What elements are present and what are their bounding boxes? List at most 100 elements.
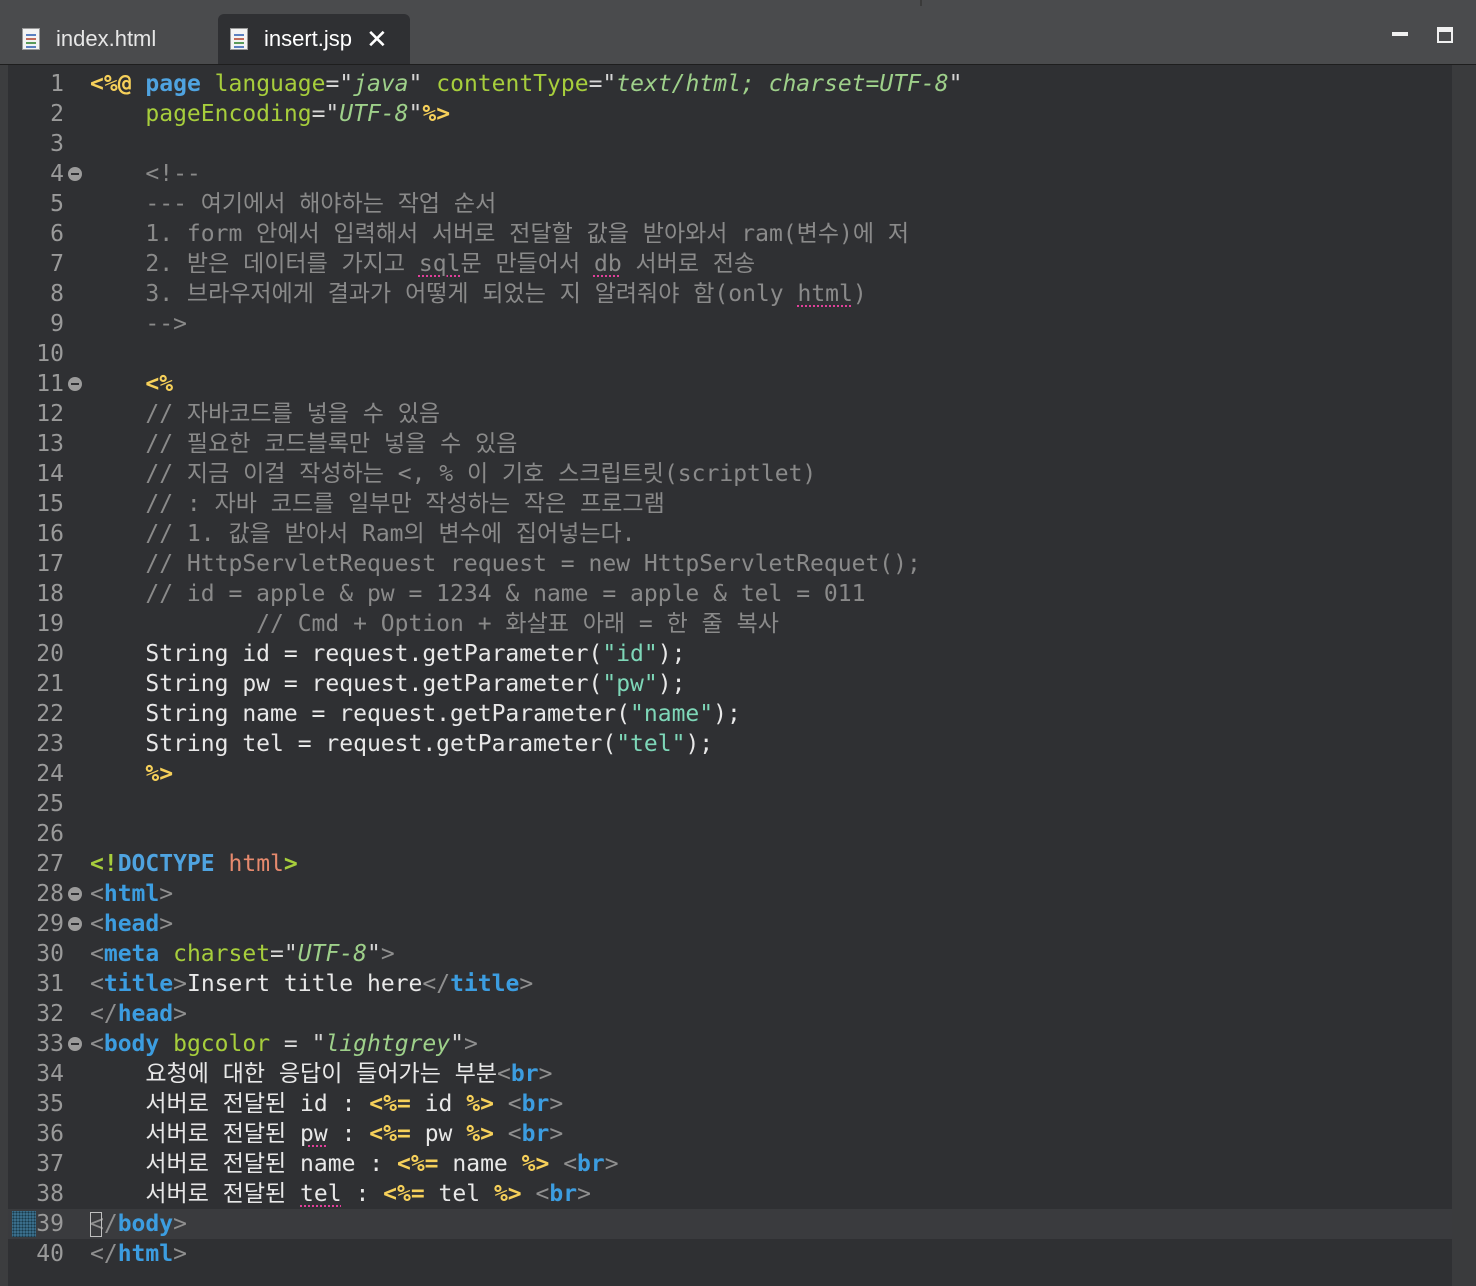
code-line[interactable]: 40 </html> — [8, 1239, 1452, 1269]
code-token: pw — [300, 1121, 328, 1147]
code-line[interactable]: 25 — [8, 789, 1452, 819]
code-line[interactable]: 39 </body> — [8, 1209, 1452, 1239]
code-token: id — [410, 1091, 467, 1117]
file-icon — [230, 28, 248, 50]
tab-insert-jsp[interactable]: insert.jsp ✕ — [218, 14, 410, 64]
code-line[interactable]: 9 --> — [8, 309, 1452, 339]
code-token: =" — [270, 941, 298, 967]
line-number: 6 — [50, 221, 64, 247]
code-line[interactable]: 20 String id = request.getParameter("id"… — [8, 639, 1452, 669]
minimize-icon[interactable] — [1390, 24, 1412, 46]
code-text: </body> — [90, 1209, 187, 1239]
code-line[interactable]: 31 <title>Insert title here</title> — [8, 969, 1452, 999]
code-token: < — [563, 1151, 578, 1177]
code-text: %> — [90, 759, 173, 789]
fold-toggle-icon[interactable] — [68, 377, 82, 391]
close-icon[interactable]: ✕ — [366, 26, 388, 52]
tab-index-html[interactable]: index.html — [8, 14, 216, 64]
code-line[interactable]: 2 pageEncoding="UTF-8"%> — [8, 99, 1452, 129]
code-line[interactable]: 24 %> — [8, 759, 1452, 789]
code-text: // 1. 값을 받아서 Ram의 변수에 집어넣는다. — [90, 519, 635, 549]
code-line[interactable]: 29 <head> — [8, 909, 1452, 939]
code-line[interactable]: 4 <!-- — [8, 159, 1452, 189]
code-token: > — [173, 1211, 187, 1237]
code-token: <!-- — [90, 161, 201, 187]
code-line[interactable]: 14 // 지금 이걸 작성하는 <, % 이 기호 스크립트릿(scriptl… — [8, 459, 1452, 489]
code-token: DOCTYPE — [117, 851, 215, 877]
code-line[interactable]: 28 <html> — [8, 879, 1452, 909]
code-line[interactable]: 17 // HttpServletRequest request = new H… — [8, 549, 1452, 579]
code-line[interactable]: 33 <body bgcolor = "lightgrey"> — [8, 1029, 1452, 1059]
code-line[interactable]: 32 </head> — [8, 999, 1452, 1029]
code-line[interactable]: 1 <%@ page language="java" contentType="t… — [8, 69, 1452, 99]
code-token: > — [173, 971, 187, 997]
code-token: bgcolor — [173, 1031, 271, 1057]
line-number: 25 — [36, 791, 64, 817]
code-line[interactable]: 8 3. 브라우저에게 결과가 어떻게 되었는 지 알려줘야 함(only ht… — [8, 279, 1452, 309]
code-token: 요청에 대한 응답이 들어가는 부분 — [90, 1061, 498, 1087]
code-token: // 지금 이걸 작성하는 <, % 이 기호 스크립트릿(scriptlet) — [90, 461, 817, 487]
code-token: > — [463, 1031, 478, 1057]
line-number: 32 — [36, 1001, 64, 1027]
code-token: UTF-8 — [339, 101, 409, 127]
code-line[interactable]: 27 <!DOCTYPE html> — [8, 849, 1452, 879]
code-text: // Cmd + Option + 화살표 아래 = 한 줄 복사 — [90, 609, 779, 639]
code-token: " — [311, 1031, 326, 1057]
code-line[interactable]: 19 // Cmd + Option + 화살표 아래 = 한 줄 복사 — [8, 609, 1452, 639]
maximize-icon[interactable] — [1434, 24, 1456, 46]
code-token: " — [948, 71, 963, 97]
code-token: > — [173, 1241, 187, 1267]
code-line[interactable]: 35 서버로 전달된 id : <%= id %> <br> — [8, 1089, 1452, 1119]
code-line[interactable]: 36 서버로 전달된 pw : <%= pw %> <br> — [8, 1119, 1452, 1149]
code-editor[interactable]: 1 <%@ page language="java" contentType="t… — [8, 65, 1452, 1286]
code-line[interactable]: 23 String tel = request.getParameter("te… — [8, 729, 1452, 759]
code-line[interactable]: 18 // id = apple & pw = 1234 & name = ap… — [8, 579, 1452, 609]
code-line[interactable]: 15 // : 자바 코드를 일부만 작성하는 작은 프로그램 — [8, 489, 1452, 519]
code-line[interactable]: 11 <% — [8, 369, 1452, 399]
code-token: : — [341, 1181, 384, 1207]
code-text: </html> — [90, 1239, 187, 1269]
code-line[interactable]: 3 — [8, 129, 1452, 159]
code-text: --> — [90, 309, 187, 339]
fold-toggle-icon[interactable] — [68, 1037, 82, 1051]
code-line[interactable]: 26 — [8, 819, 1452, 849]
code-line[interactable]: 12 // 자바코드를 넣을 수 있음 — [8, 399, 1452, 429]
code-line[interactable]: 10 — [8, 339, 1452, 369]
code-line[interactable]: 34 요청에 대한 응답이 들어가는 부분<br> — [8, 1059, 1452, 1089]
code-token: 3. 브라우저에게 결과가 어떻게 되었는 지 알려줘야 함(only — [90, 281, 798, 307]
code-token: sql — [418, 251, 461, 277]
code-line[interactable]: 38 서버로 전달된 tel : <%= tel %> <br> — [8, 1179, 1452, 1209]
code-line[interactable]: 37 서버로 전달된 name : <%= name %> <br> — [8, 1149, 1452, 1179]
code-token: java — [353, 71, 409, 97]
code-token: head — [103, 911, 160, 937]
code-line[interactable]: 6 1. form 안에서 입력해서 서버로 전달할 값을 받아와서 ram(변… — [8, 219, 1452, 249]
code-token: </ — [422, 971, 451, 997]
fold-toggle-icon[interactable] — [68, 917, 82, 931]
code-token: " — [450, 1031, 464, 1057]
code-line[interactable]: 21 String pw = request.getParameter("pw"… — [8, 669, 1452, 699]
code-token: body — [117, 1211, 174, 1237]
code-text: 요청에 대한 응답이 들어가는 부분<br> — [90, 1059, 552, 1089]
code-text: <% — [90, 369, 173, 399]
code-line[interactable]: 22 String name = request.getParameter("n… — [8, 699, 1452, 729]
code-token: < — [90, 1031, 104, 1057]
code-line[interactable]: 13 // 필요한 코드블록만 넣을 수 있음 — [8, 429, 1452, 459]
fold-toggle-icon[interactable] — [68, 887, 82, 901]
tab-label: insert.jsp — [264, 26, 353, 51]
code-line[interactable]: 16 // 1. 값을 받아서 Ram의 변수에 집어넣는다. — [8, 519, 1452, 549]
code-line[interactable]: 5 --- 여기에서 해야하는 작업 순서 — [8, 189, 1452, 219]
code-token: < — [90, 911, 104, 937]
fold-toggle-icon[interactable] — [68, 167, 82, 181]
line-number: 31 — [36, 971, 64, 997]
code-line[interactable]: 30 <meta charset="UTF-8"> — [8, 939, 1452, 969]
code-token: br — [521, 1091, 550, 1117]
code-token: br — [521, 1121, 550, 1147]
code-token: <%= — [369, 1091, 411, 1117]
code-token: > — [283, 851, 298, 877]
code-text: <!-- — [90, 159, 201, 189]
code-line[interactable]: 7 2. 받은 데이터를 가지고 sql문 만들어서 db 서버로 전송 — [8, 249, 1452, 279]
